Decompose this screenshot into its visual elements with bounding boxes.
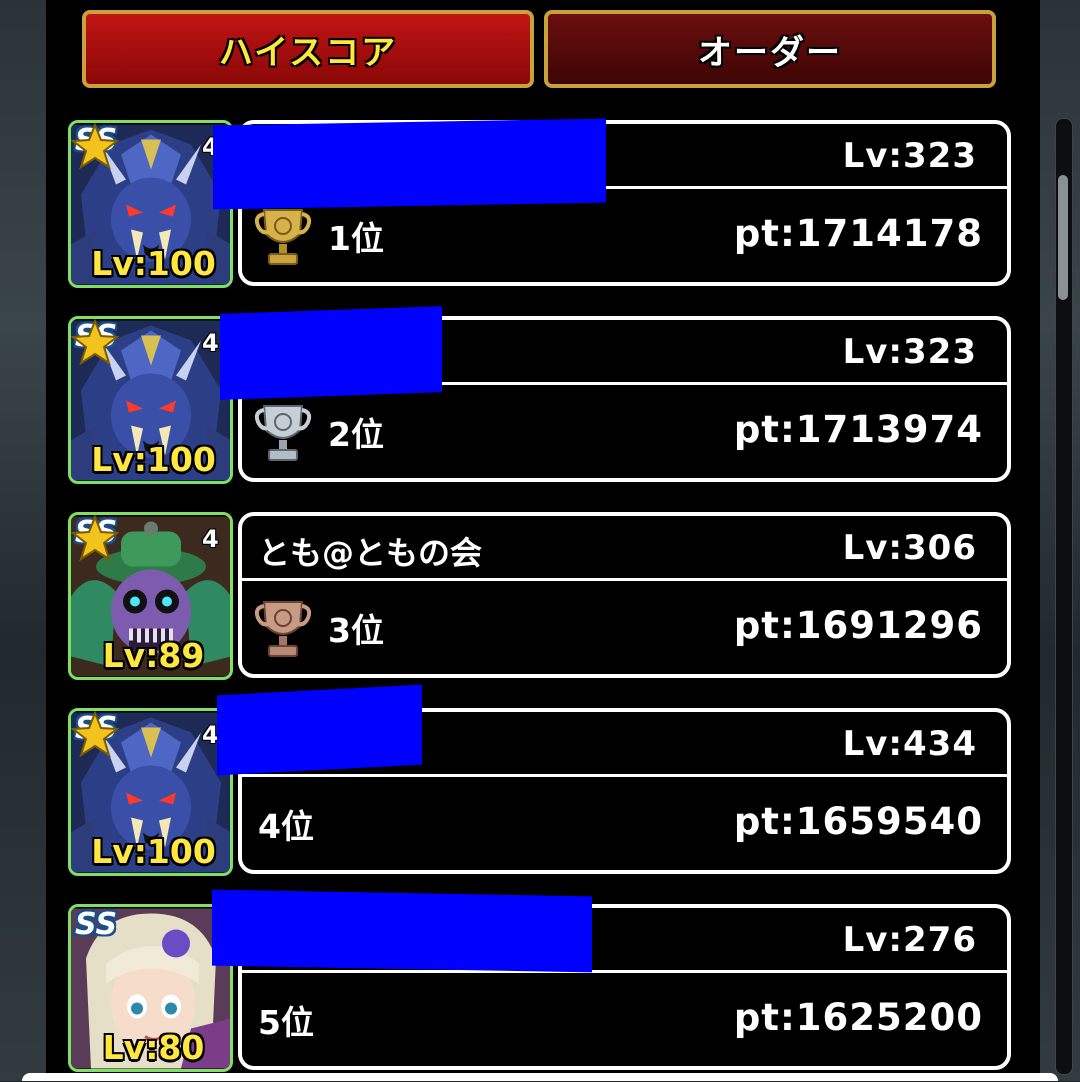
star-icon xyxy=(71,711,119,759)
rank-label: 3位 xyxy=(328,611,384,650)
monster-avatar[interactable]: SS 4 Lv:100 xyxy=(68,120,233,288)
player-level: Lv:276 xyxy=(842,920,977,960)
redacted-name xyxy=(212,889,592,973)
bottom-edge xyxy=(22,1073,1058,1081)
player-level: Lv:323 xyxy=(842,136,977,176)
points-value: pt:1713974 xyxy=(733,408,983,451)
star-icon xyxy=(71,319,119,367)
player-level: Lv:306 xyxy=(842,528,977,568)
rank-label: 5位 xyxy=(258,1003,314,1042)
tab-order[interactable]: オーダー xyxy=(544,10,996,88)
rank-label: 1位 xyxy=(328,219,384,258)
bronze-trophy-icon xyxy=(254,596,312,660)
monster-level: Lv:80 xyxy=(102,1028,205,1067)
player-name: とも@ともの会 xyxy=(258,534,483,572)
ranking-row[interactable]: SS 4 Lv:89 とも@ともの会 Lv:306 3位 pt:1691296 xyxy=(68,512,1013,690)
redacted-name xyxy=(217,684,422,776)
player-card[interactable]: とも@ともの会 Lv:306 3位 pt:1691296 xyxy=(238,512,1011,678)
rank-label: 4位 xyxy=(258,807,314,846)
monster-level: Lv:89 xyxy=(102,636,205,675)
rank-label: 2位 xyxy=(328,415,384,454)
points-value: pt:1659540 xyxy=(733,800,983,843)
background-left xyxy=(0,0,46,1081)
player-level: Lv:323 xyxy=(842,332,977,372)
points-value: pt:1691296 xyxy=(733,604,983,647)
card-divider xyxy=(242,970,1007,973)
points-value: pt:1714178 xyxy=(733,212,983,255)
ranking-row[interactable]: SS 4 Lv:100 Lv:434 4位 pt:1659540 xyxy=(68,708,1013,886)
star-icon xyxy=(71,515,119,563)
monster-level: Lv:100 xyxy=(91,440,216,479)
redacted-name xyxy=(220,306,442,400)
star-count: 4 xyxy=(202,329,219,357)
monster-level: Lv:100 xyxy=(91,832,216,871)
player-level: Lv:434 xyxy=(842,724,977,764)
monster-avatar[interactable]: SS 4 Lv:89 xyxy=(68,512,233,680)
monster-avatar[interactable]: SS 4 Lv:100 xyxy=(68,316,233,484)
star-icon xyxy=(71,123,119,171)
tab-highscore[interactable]: ハイスコア xyxy=(82,10,534,88)
scrollbar-thumb[interactable] xyxy=(1058,175,1068,300)
redacted-name xyxy=(213,118,606,210)
ranking-row[interactable]: SS 4 Lv:100 Lv:323 2位 pt:1713974 xyxy=(68,316,1013,494)
monster-level: Lv:100 xyxy=(91,244,216,283)
points-value: pt:1625200 xyxy=(733,996,983,1039)
card-divider xyxy=(242,774,1007,777)
monster-avatar[interactable]: SS Lv:80 xyxy=(68,904,233,1072)
card-divider xyxy=(242,578,1007,581)
silver-trophy-icon xyxy=(254,400,312,464)
monster-avatar[interactable]: SS 4 Lv:100 xyxy=(68,708,233,876)
monster-rank-badge: SS xyxy=(75,907,118,942)
star-count: 4 xyxy=(202,525,219,553)
gold-trophy-icon xyxy=(254,204,312,268)
